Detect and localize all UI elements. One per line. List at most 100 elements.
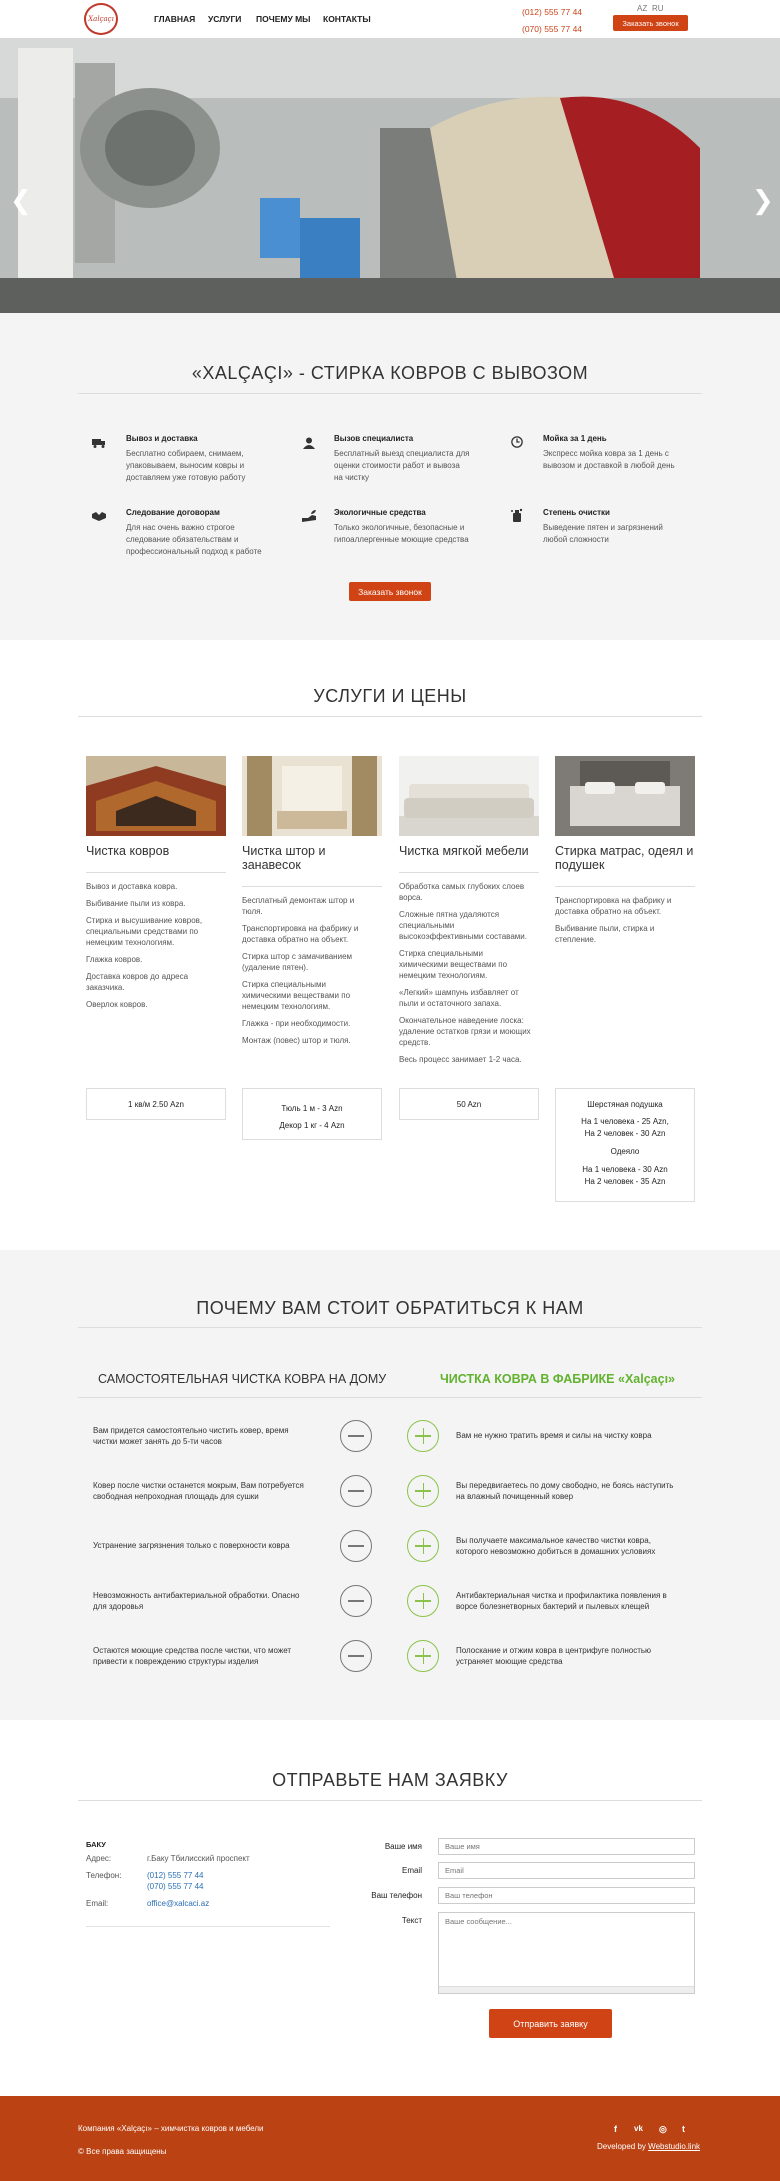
service-item: Стирка специальными химическими веществам… [399, 949, 508, 980]
vk-icon[interactable]: vk [634, 2124, 643, 2133]
feature-title: Следование договорам [126, 508, 220, 517]
service-item: Доставка ковров до адреса заказчика. [86, 972, 189, 992]
name-label: Ваше имя [384, 1842, 422, 1851]
plus-icon [407, 1640, 439, 1672]
phone-input[interactable] [438, 1887, 695, 1904]
header-phone-2[interactable]: (070) 555 77 44 [522, 24, 582, 34]
feature-title: Экологичные средства [334, 508, 426, 517]
divider [78, 1800, 702, 1801]
hero-image [0, 38, 780, 313]
why-right-item: Вы получаете максимальное качество чистк… [456, 1536, 656, 1556]
divider [399, 872, 539, 873]
nav-home[interactable]: ГЛАВНАЯ [154, 14, 195, 24]
feature-text: Экспресс мойка ковра за 1 день с вывозом … [543, 449, 675, 470]
why-left-item: Остаются моющие средства после чистки, ч… [93, 1646, 292, 1666]
message-textarea[interactable] [438, 1912, 695, 1994]
nav-contacts[interactable]: КОНТАКТЫ [323, 14, 371, 24]
divider [555, 886, 695, 887]
textarea-scrollbar[interactable] [439, 1986, 694, 1993]
developer-link[interactable]: Webstudio.link [648, 2142, 700, 2151]
feature-text: Выведение пятен и загрязнений любой сложн… [543, 523, 663, 544]
specialist-icon [303, 437, 315, 449]
service-item: Сложные пятна удаляются специальными высок… [399, 910, 527, 941]
sofa-image [399, 756, 539, 836]
divider [78, 393, 702, 394]
hero-slider: ❮ ❯ [0, 38, 780, 313]
contact-phone-2[interactable]: (070) 555 77 44 [147, 1882, 204, 1891]
divider [242, 886, 382, 887]
site-footer: Компания «Xalçaçı» – химчистка ковров и … [0, 2096, 780, 2181]
plus-icon [407, 1420, 439, 1452]
minus-icon [340, 1530, 372, 1562]
truck-icon [92, 439, 105, 448]
why-title: ПОЧЕМУ ВАМ СТОИТ ОБРАТИТЬСЯ К НАМ [196, 1298, 584, 1318]
instagram-icon[interactable]: ◎ [659, 2124, 667, 2135]
service-title-bedding: Стирка матрас, одеял и подушек [555, 844, 694, 872]
why-right-item: Вы передвигаетесь по дому свободно, не б… [456, 1481, 674, 1501]
feature-title: Степень очистки [543, 508, 610, 517]
logo[interactable]: Xalçaçı [84, 3, 118, 35]
email-form-label: Email [401, 1866, 422, 1875]
feature-text: Только экологичные, безопасные и гипоалле… [334, 523, 469, 544]
hero-next-arrow[interactable]: ❯ [752, 186, 774, 216]
header-call-button[interactable]: Заказать звонок [613, 15, 688, 31]
contact-section: ОТПРАВЬТЕ НАМ ЗАЯВКУ БАКУ Адрес: г.Баку … [0, 1720, 780, 2096]
service-item: Выбивание пыли, стирка и степление. [555, 924, 655, 944]
lang-ru[interactable]: RU [652, 4, 664, 13]
twitter-icon[interactable]: t [682, 2124, 685, 2134]
feature-title: Мойка за 1 день [543, 434, 607, 443]
plus-icon [407, 1585, 439, 1617]
handshake-icon [92, 512, 106, 521]
submit-button[interactable]: Отправить заявку [489, 2009, 612, 2038]
about-title: «XALÇAÇI» - СТИРКА КОВРОВ С ВЫВОЗОМ [191, 363, 589, 383]
service-item: Монтаж (повес) штор и тюля. [242, 1036, 351, 1045]
price-box-bedding: Шерстяная подушка На 1 человека - 25 Azn… [555, 1088, 695, 1202]
plus-icon [407, 1530, 439, 1562]
price-box-carpets: 1 кв/м 2.50 Azn [86, 1088, 226, 1120]
nav-services[interactable]: УСЛУГИ [208, 14, 241, 24]
why-left-item: Ковер после чистки останется мокрым, Вам… [93, 1481, 304, 1501]
why-left-item: Вам придется самостоятельно чистить кове… [93, 1426, 289, 1446]
service-item: Стирка штор с замачиванием (удаление пяте… [242, 952, 353, 972]
contact-title: ОТПРАВЬТЕ НАМ ЗАЯВКУ [272, 1770, 508, 1790]
about-call-button[interactable]: Заказать звонок [349, 582, 431, 601]
why-right-title: ЧИСТКА КОВРА В ФАБРИКЕ «Xalçaçı» [440, 1372, 675, 1386]
service-item: Глажка - при необходимости. [242, 1019, 351, 1028]
text-form-label: Текст [401, 1916, 422, 1925]
why-right-item: Полоскание и отжим ковра в центрифуге по… [456, 1646, 652, 1666]
address-label: Адрес: [86, 1854, 112, 1863]
minus-icon [340, 1585, 372, 1617]
service-item: Вывоз и доставка ковра. [86, 882, 178, 891]
nav-why-us[interactable]: ПОЧЕМУ МЫ [256, 14, 311, 24]
hero-prev-arrow[interactable]: ❮ [10, 186, 32, 216]
contact-email[interactable]: office@xalcaci.az [147, 1899, 209, 1908]
why-left-title: САМОСТОЯТЕЛЬНАЯ ЧИСТКА КОВРА НА ДОМУ [98, 1372, 387, 1386]
service-item: Бесплатный демонтаж штор и тюля. [242, 896, 355, 916]
service-item: Оверлок ковров. [86, 1000, 148, 1009]
developed-prefix: Developed by [597, 2142, 649, 2151]
service-item: Стирка специальными химическими веществам… [242, 980, 351, 1011]
footer-developed: Developed by Webstudio.link [597, 2142, 700, 2151]
lang-az[interactable]: AZ [637, 4, 647, 13]
email-label: Email: [86, 1899, 109, 1908]
phone-form-label: Ваш телефон [371, 1891, 422, 1900]
curtains-image [242, 756, 382, 836]
why-left-item: Невозможность антибактериальной обработк… [93, 1591, 300, 1611]
bed-image [555, 756, 695, 836]
carpet-image [86, 756, 226, 836]
contact-phone-1[interactable]: (012) 555 77 44 [147, 1871, 204, 1880]
service-item: Транспортировка на фабрику и доставка обр… [555, 896, 672, 916]
name-input[interactable] [438, 1838, 695, 1855]
plus-icon [407, 1475, 439, 1507]
service-item: Выбивание пыли из ковра. [86, 899, 186, 908]
facebook-icon[interactable]: f [614, 2124, 617, 2134]
feature-text: Бесплатный выезд специалиста для оценки с… [334, 449, 470, 482]
divider [78, 716, 702, 717]
price-box-furniture: 50 Azn [399, 1088, 539, 1120]
service-item: Глажка ковров. [86, 955, 143, 964]
service-title-furniture: Чистка мягкой мебели [399, 844, 529, 858]
service-title-curtains: Чистка штор и занавесок [242, 844, 326, 872]
header-phone-1[interactable]: (012) 555 77 44 [522, 7, 582, 17]
email-input[interactable] [438, 1862, 695, 1879]
why-right-item: Вам не нужно тратить время и силы на чис… [456, 1431, 652, 1440]
